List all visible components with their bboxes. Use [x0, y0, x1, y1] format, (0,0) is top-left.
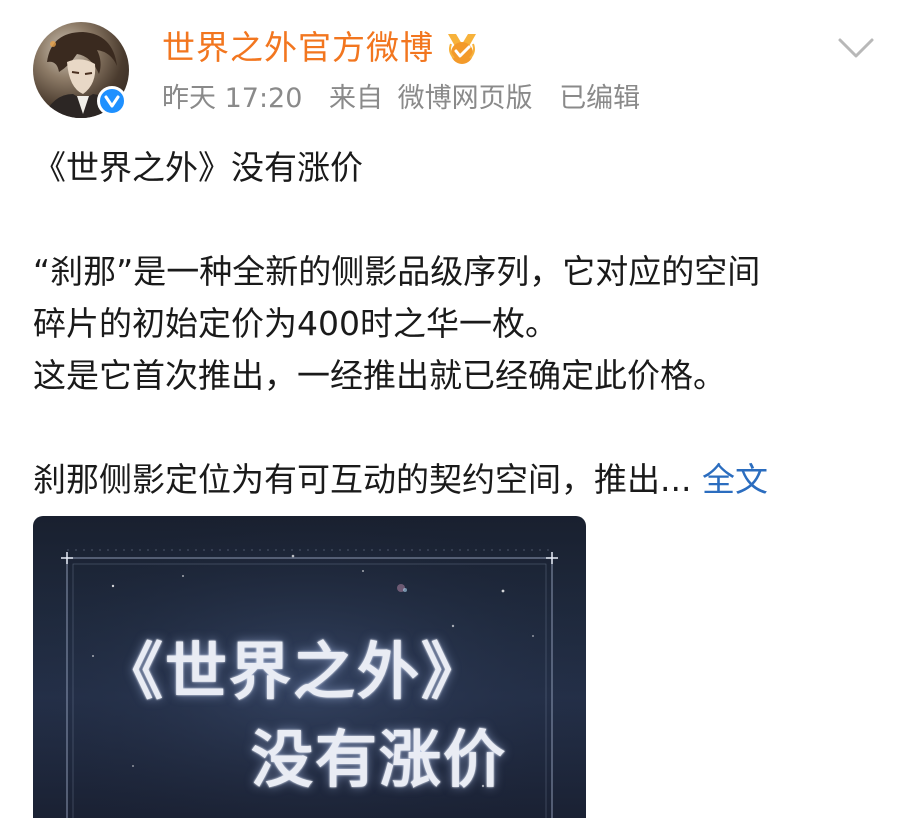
- vip-medal-icon[interactable]: [442, 30, 482, 66]
- verified-icon: [97, 86, 127, 116]
- post-source[interactable]: 微博网页版: [398, 83, 533, 114]
- post-content: 《世界之外》没有涨价 “刹那”是一种全新的侧影品级序列，它对应的空间 碎片的初始…: [33, 142, 868, 506]
- post-time: 昨天 17:20: [162, 83, 303, 114]
- full-text-link[interactable]: 全文: [702, 460, 768, 499]
- image-title-line1: 《世界之外》: [101, 635, 486, 708]
- image-title-line2: 没有涨价: [251, 723, 508, 796]
- post-title: 《世界之外》没有涨价: [33, 148, 363, 187]
- source-prefix: 来自: [329, 83, 383, 114]
- chevron-down-icon[interactable]: [836, 32, 876, 62]
- author-avatar[interactable]: [33, 22, 129, 118]
- post-line: 这是它首次推出，一经推出就已经确定此价格。: [33, 356, 726, 395]
- author-name[interactable]: 世界之外官方微博: [162, 26, 434, 70]
- post-image[interactable]: 《世界之外》 没有涨价: [33, 516, 586, 818]
- post-line-truncated: 刹那侧影定位为有可互动的契约空间，推出... 全文: [33, 454, 868, 506]
- edited-label[interactable]: 已编辑: [559, 83, 640, 114]
- post-paragraph2: 刹那侧影定位为有可互动的契约空间，推出...: [33, 460, 692, 499]
- author-row: 世界之外官方微博: [162, 26, 482, 70]
- post-line: “刹那”是一种全新的侧影品级序列，它对应的空间: [33, 252, 761, 291]
- post-meta: 昨天 17:20 来自 微博网页版 已编辑: [162, 80, 658, 118]
- post-line: 碎片的初始定价为400时之华一枚。: [33, 304, 558, 343]
- weibo-post: 世界之外官方微博 昨天 17:20 来自 微博网页版 已编辑 《世界之外》没有涨…: [0, 0, 900, 818]
